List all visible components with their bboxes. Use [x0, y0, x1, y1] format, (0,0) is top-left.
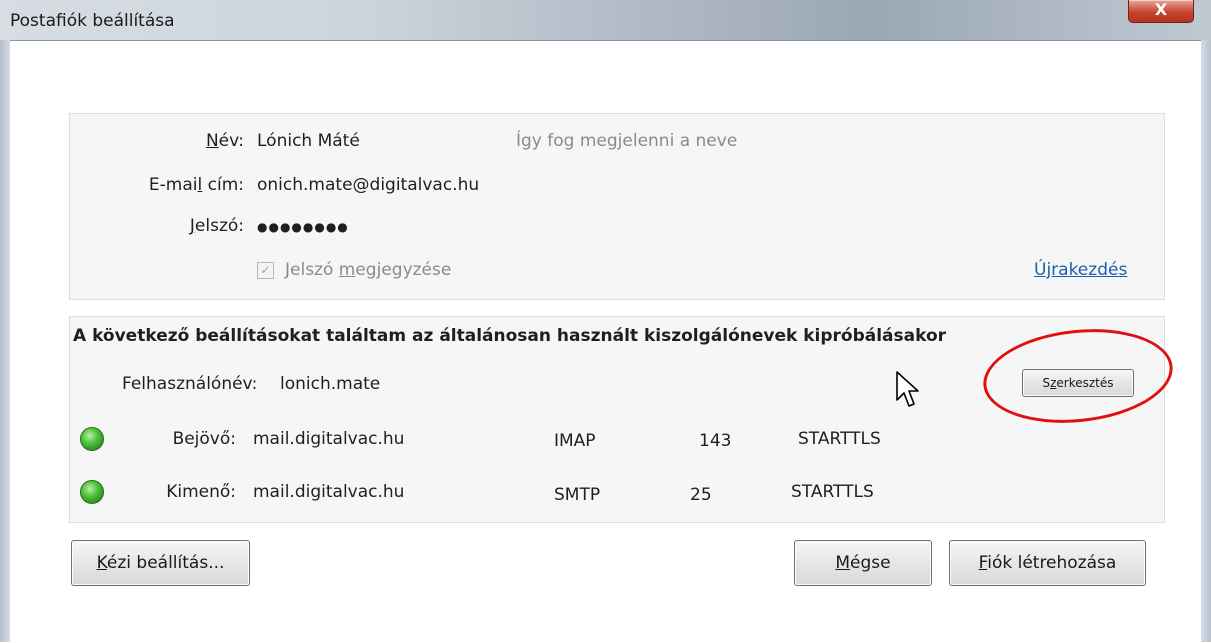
password-field[interactable]: ●●●●●●●●: [257, 216, 349, 238]
email-value[interactable]: onich.mate@digitalvac.hu: [257, 175, 479, 195]
incoming-port: 143: [699, 431, 732, 451]
outgoing-label: Kimenő:: [166, 482, 236, 502]
outgoing-security: STARTTLS: [791, 482, 874, 502]
found-settings-panel: A következő beállításokat találtam az ál…: [69, 316, 1165, 523]
outgoing-protocol: SMTP: [554, 485, 601, 505]
name-value[interactable]: Lónich Máté: [257, 131, 360, 151]
manual-setup-button[interactable]: Kézi beállítás...: [71, 540, 250, 586]
title-bar[interactable]: Postafiók beállítása X: [0, 0, 1211, 40]
cancel-button[interactable]: Mégse: [794, 540, 932, 586]
name-label: Név:: [205, 131, 244, 151]
password-label: Jelszó:: [189, 216, 244, 236]
incoming-server: mail.digitalvac.hu: [253, 429, 405, 449]
username-value[interactable]: lonich.mate: [280, 374, 380, 394]
account-panel: Név: Lónich Máté Így fog megjelenni a ne…: [69, 113, 1165, 300]
username-label: Felhasználónév:: [122, 374, 258, 394]
name-hint: Így fog megjelenni a neve: [516, 131, 738, 151]
incoming-status-icon: [80, 427, 104, 451]
incoming-protocol: IMAP: [554, 431, 596, 451]
window-title: Postafiók beállítása: [10, 11, 175, 31]
remember-password-label: Jelszó megjegyzése: [285, 260, 452, 280]
incoming-security: STARTTLS: [798, 429, 881, 449]
close-icon: X: [1154, 0, 1168, 19]
dialog-body: Név: Lónich Máté Így fog megjelenni a ne…: [10, 40, 1201, 643]
outgoing-server: mail.digitalvac.hu: [253, 482, 405, 502]
restart-link[interactable]: Újrakezdés: [1034, 260, 1127, 280]
mouse-cursor-icon: [896, 371, 919, 407]
window-frame-right: [1201, 40, 1211, 642]
window-frame-left: [0, 40, 10, 642]
create-account-button[interactable]: Fiók létrehozása: [949, 540, 1146, 586]
outgoing-port: 25: [690, 485, 712, 505]
incoming-label: Bejövő:: [172, 429, 236, 449]
email-label: E-mail cím:: [148, 175, 244, 195]
found-settings-heading: A következő beállításokat találtam az ál…: [73, 326, 947, 346]
outgoing-status-icon: [80, 480, 104, 504]
remember-password-checkbox[interactable]: ✓: [257, 262, 274, 279]
close-button[interactable]: X: [1128, 0, 1194, 23]
check-icon: ✓: [260, 263, 271, 277]
